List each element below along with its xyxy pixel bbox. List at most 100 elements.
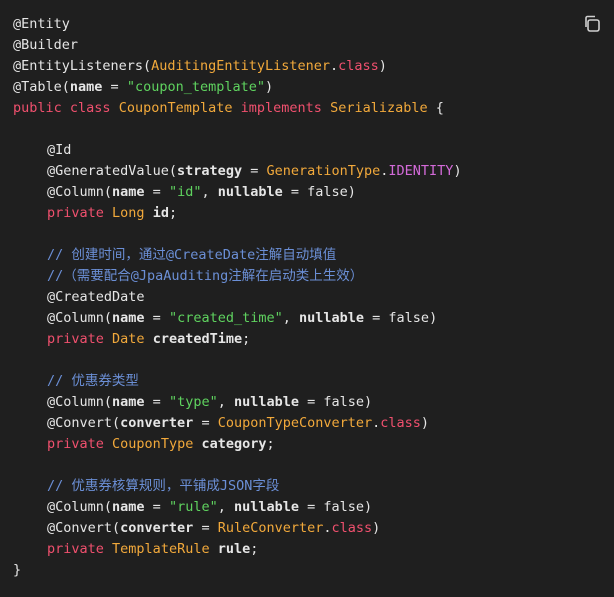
code-line: @Entity	[13, 14, 462, 35]
code-token: .	[323, 520, 332, 536]
code-token: createdTime	[152, 331, 243, 347]
code-token: @Convert(	[47, 415, 121, 431]
code-token: private	[47, 436, 104, 452]
code-token: CouponTypeConverter	[217, 415, 373, 431]
code-token: ,	[201, 184, 218, 200]
code-token: strategy	[177, 163, 243, 179]
code-token: public	[13, 100, 62, 116]
code-line: @Column(name = "type", nullable = false)	[13, 392, 462, 413]
code-token: }	[13, 562, 22, 578]
code-line: @Column(name = "id", nullable = false)	[13, 182, 462, 203]
code-token: false	[388, 310, 430, 326]
code-token: @Table(	[13, 79, 70, 95]
code-token: converter	[120, 415, 194, 431]
code-token: ;	[250, 541, 259, 557]
code-token: "id"	[168, 184, 202, 200]
code-token: converter	[120, 520, 194, 536]
code-token: //（需要配合@JpaAuditing注解在启动类上生效）	[47, 268, 364, 284]
code-line: private Date createdTime;	[13, 329, 462, 350]
code-token: rule	[217, 541, 251, 557]
code-token: )	[453, 163, 462, 179]
code-token: ,	[217, 499, 234, 515]
code-token: name	[112, 394, 145, 410]
code-token: nullable	[233, 499, 300, 515]
code-token: )	[420, 415, 430, 431]
code-line: @Convert(converter = RuleConverter.class…	[13, 518, 462, 539]
code-token: @Column(	[47, 394, 113, 410]
code-token: "coupon_template"	[126, 79, 265, 95]
code-line: @Column(name = "rule", nullable = false)	[13, 497, 462, 518]
code-token: =	[242, 163, 267, 179]
code-token: ;	[168, 205, 178, 221]
code-token: {	[427, 100, 444, 116]
code-line: //（需要配合@JpaAuditing注解在启动类上生效）	[13, 266, 462, 287]
code-token: =	[299, 499, 324, 515]
code-token: @Column(	[47, 310, 113, 326]
code-token: false	[323, 394, 365, 410]
code-token: =	[193, 415, 218, 431]
code-token: TemplateRule	[112, 541, 210, 557]
code-token: ;	[242, 331, 251, 347]
copy-icon	[585, 15, 600, 32]
copy-button[interactable]	[582, 14, 602, 34]
code-content: @Entity @Builder @EntityListeners(Auditing…	[13, 14, 462, 581]
code-token: implements	[240, 100, 322, 116]
code-token: )	[347, 184, 356, 200]
code-line: public class CouponTemplate implements S…	[13, 98, 462, 119]
code-line: @CreatedDate	[13, 287, 462, 308]
code-token: ;	[266, 436, 275, 452]
code-token: name	[112, 184, 145, 200]
code-token: ,	[282, 310, 299, 326]
code-token: "created_time"	[168, 310, 283, 326]
code-token: @EntityListeners(	[13, 58, 152, 74]
code-token: name	[69, 79, 103, 95]
code-token: Long	[112, 205, 145, 221]
code-token: =	[102, 79, 127, 95]
code-line: private Long id;	[13, 203, 462, 224]
code-token: "type"	[168, 394, 218, 410]
code-token: )	[364, 394, 373, 410]
code-line: @Builder	[13, 35, 462, 56]
code-token: @Id	[47, 142, 72, 158]
code-line: private CouponType category;	[13, 434, 462, 455]
code-token: @CreatedDate	[47, 289, 145, 305]
code-token: nullable	[217, 184, 283, 200]
code-token: =	[299, 394, 324, 410]
code-token: class	[331, 520, 373, 536]
code-token: id	[152, 205, 169, 221]
code-token: private	[47, 541, 104, 557]
code-token: @Builder	[13, 37, 79, 53]
code-token: nullable	[233, 394, 300, 410]
code-token: =	[144, 499, 169, 515]
code-token: .	[329, 58, 339, 74]
code-token: @Column(	[47, 499, 113, 515]
code-token: name	[112, 499, 145, 515]
code-token: AuditingEntityListener	[151, 58, 330, 74]
code-token: IDENTITY	[388, 163, 454, 179]
code-line: @Convert(converter = CouponTypeConverter…	[13, 413, 462, 434]
code-line: // 优惠券类型	[13, 371, 462, 392]
code-token: =	[144, 394, 169, 410]
code-token: nullable	[299, 310, 365, 326]
code-line: // 优惠券核算规则，平铺成JSON字段	[13, 476, 462, 497]
code-token: private	[47, 205, 104, 221]
code-token: class	[380, 415, 421, 431]
code-token: )	[264, 79, 274, 95]
code-token: false	[307, 184, 348, 200]
code-token: // 优惠券核算规则，平铺成JSON字段	[47, 478, 280, 494]
code-token: class	[69, 100, 111, 116]
code-line: @GeneratedValue(strategy = GenerationTyp…	[13, 161, 462, 182]
code-token: =	[144, 184, 169, 200]
code-token: false	[323, 499, 365, 515]
code-token: @Convert(	[47, 520, 121, 536]
code-token: Serializable	[330, 100, 428, 116]
